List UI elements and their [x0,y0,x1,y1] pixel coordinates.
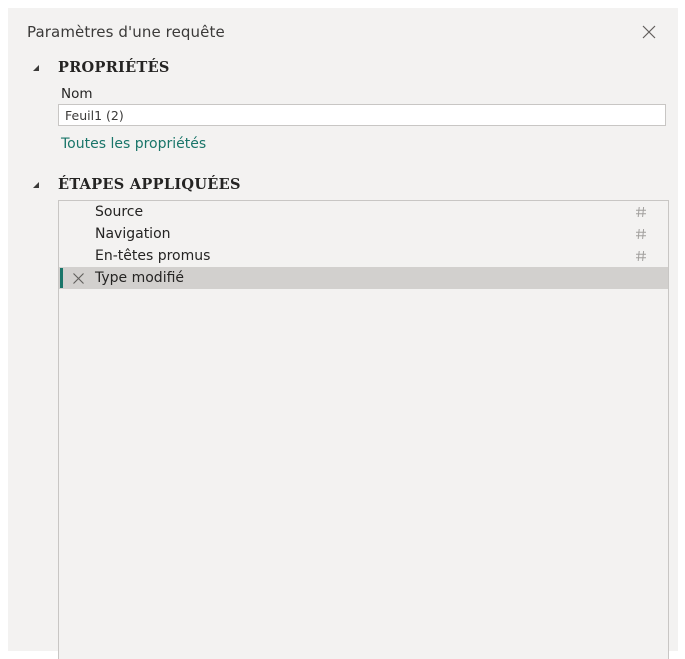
step-source[interactable]: Source [59,201,668,223]
query-settings-pane: Paramètres d'une requête PROPRIÉTÉS Nom … [8,8,678,659]
applied-steps-header: ÉTAPES APPLIQUÉES [58,176,241,193]
gear-icon[interactable] [635,206,647,218]
step-label: Source [95,204,144,220]
step-label: Type modifié [95,270,185,286]
name-label: Nom [61,86,93,102]
gear-icon[interactable] [635,250,647,262]
properties-header: PROPRIÉTÉS [58,59,170,76]
step-label: En-têtes promus [95,248,211,264]
close-button[interactable] [636,20,662,44]
close-icon [642,25,656,39]
selection-accent-bar [60,268,63,288]
name-input[interactable] [58,104,666,126]
gear-icon[interactable] [635,228,647,240]
all-properties-link[interactable]: Toutes les propriétés [61,136,206,152]
step-label: Navigation [95,226,171,242]
collapse-triangle-icon [32,181,46,189]
applied-steps-list[interactable]: Source Navigation En-têtes promus Type m… [58,200,669,659]
properties-section-header[interactable]: PROPRIÉTÉS [32,59,170,76]
pane-title: Paramètres d'une requête [27,23,225,41]
delete-step-icon[interactable] [72,272,85,285]
applied-steps-section-header[interactable]: ÉTAPES APPLIQUÉES [32,176,241,193]
step-changed-type[interactable]: Type modifié [59,267,668,289]
step-navigation[interactable]: Navigation [59,223,668,245]
step-promoted-headers[interactable]: En-têtes promus [59,245,668,267]
collapse-triangle-icon [32,64,46,72]
